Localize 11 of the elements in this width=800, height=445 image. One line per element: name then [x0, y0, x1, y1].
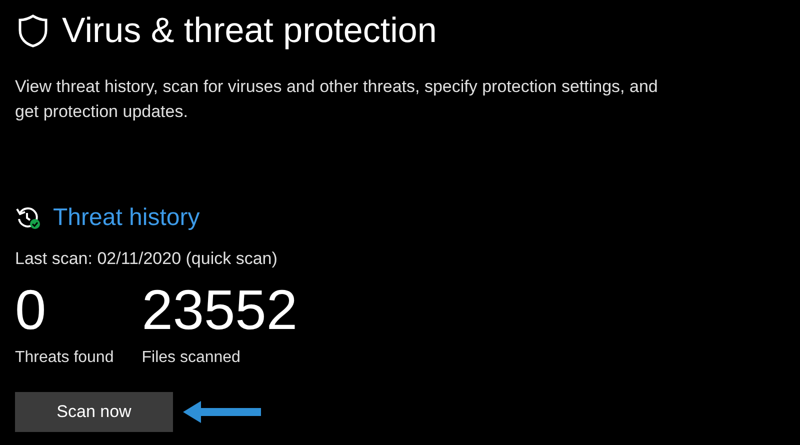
- scan-now-button[interactable]: Scan now: [15, 392, 173, 432]
- page-description: View threat history, scan for viruses and other threats, specify protection settings, and get protection updates.: [15, 76, 659, 123]
- stat-value: 0: [15, 278, 48, 342]
- history-icon: [15, 205, 41, 231]
- stat-value: 23552: [142, 278, 298, 342]
- threat-history-link[interactable]: Threat history: [53, 200, 200, 236]
- page-title: Virus & threat protection: [62, 10, 437, 52]
- stat-label: Files scanned: [142, 348, 242, 368]
- stat-label: Threats found: [15, 348, 114, 368]
- last-scan-text: Last scan: 02/11/2020 (quick scan): [15, 248, 278, 270]
- shield-icon: [18, 14, 48, 48]
